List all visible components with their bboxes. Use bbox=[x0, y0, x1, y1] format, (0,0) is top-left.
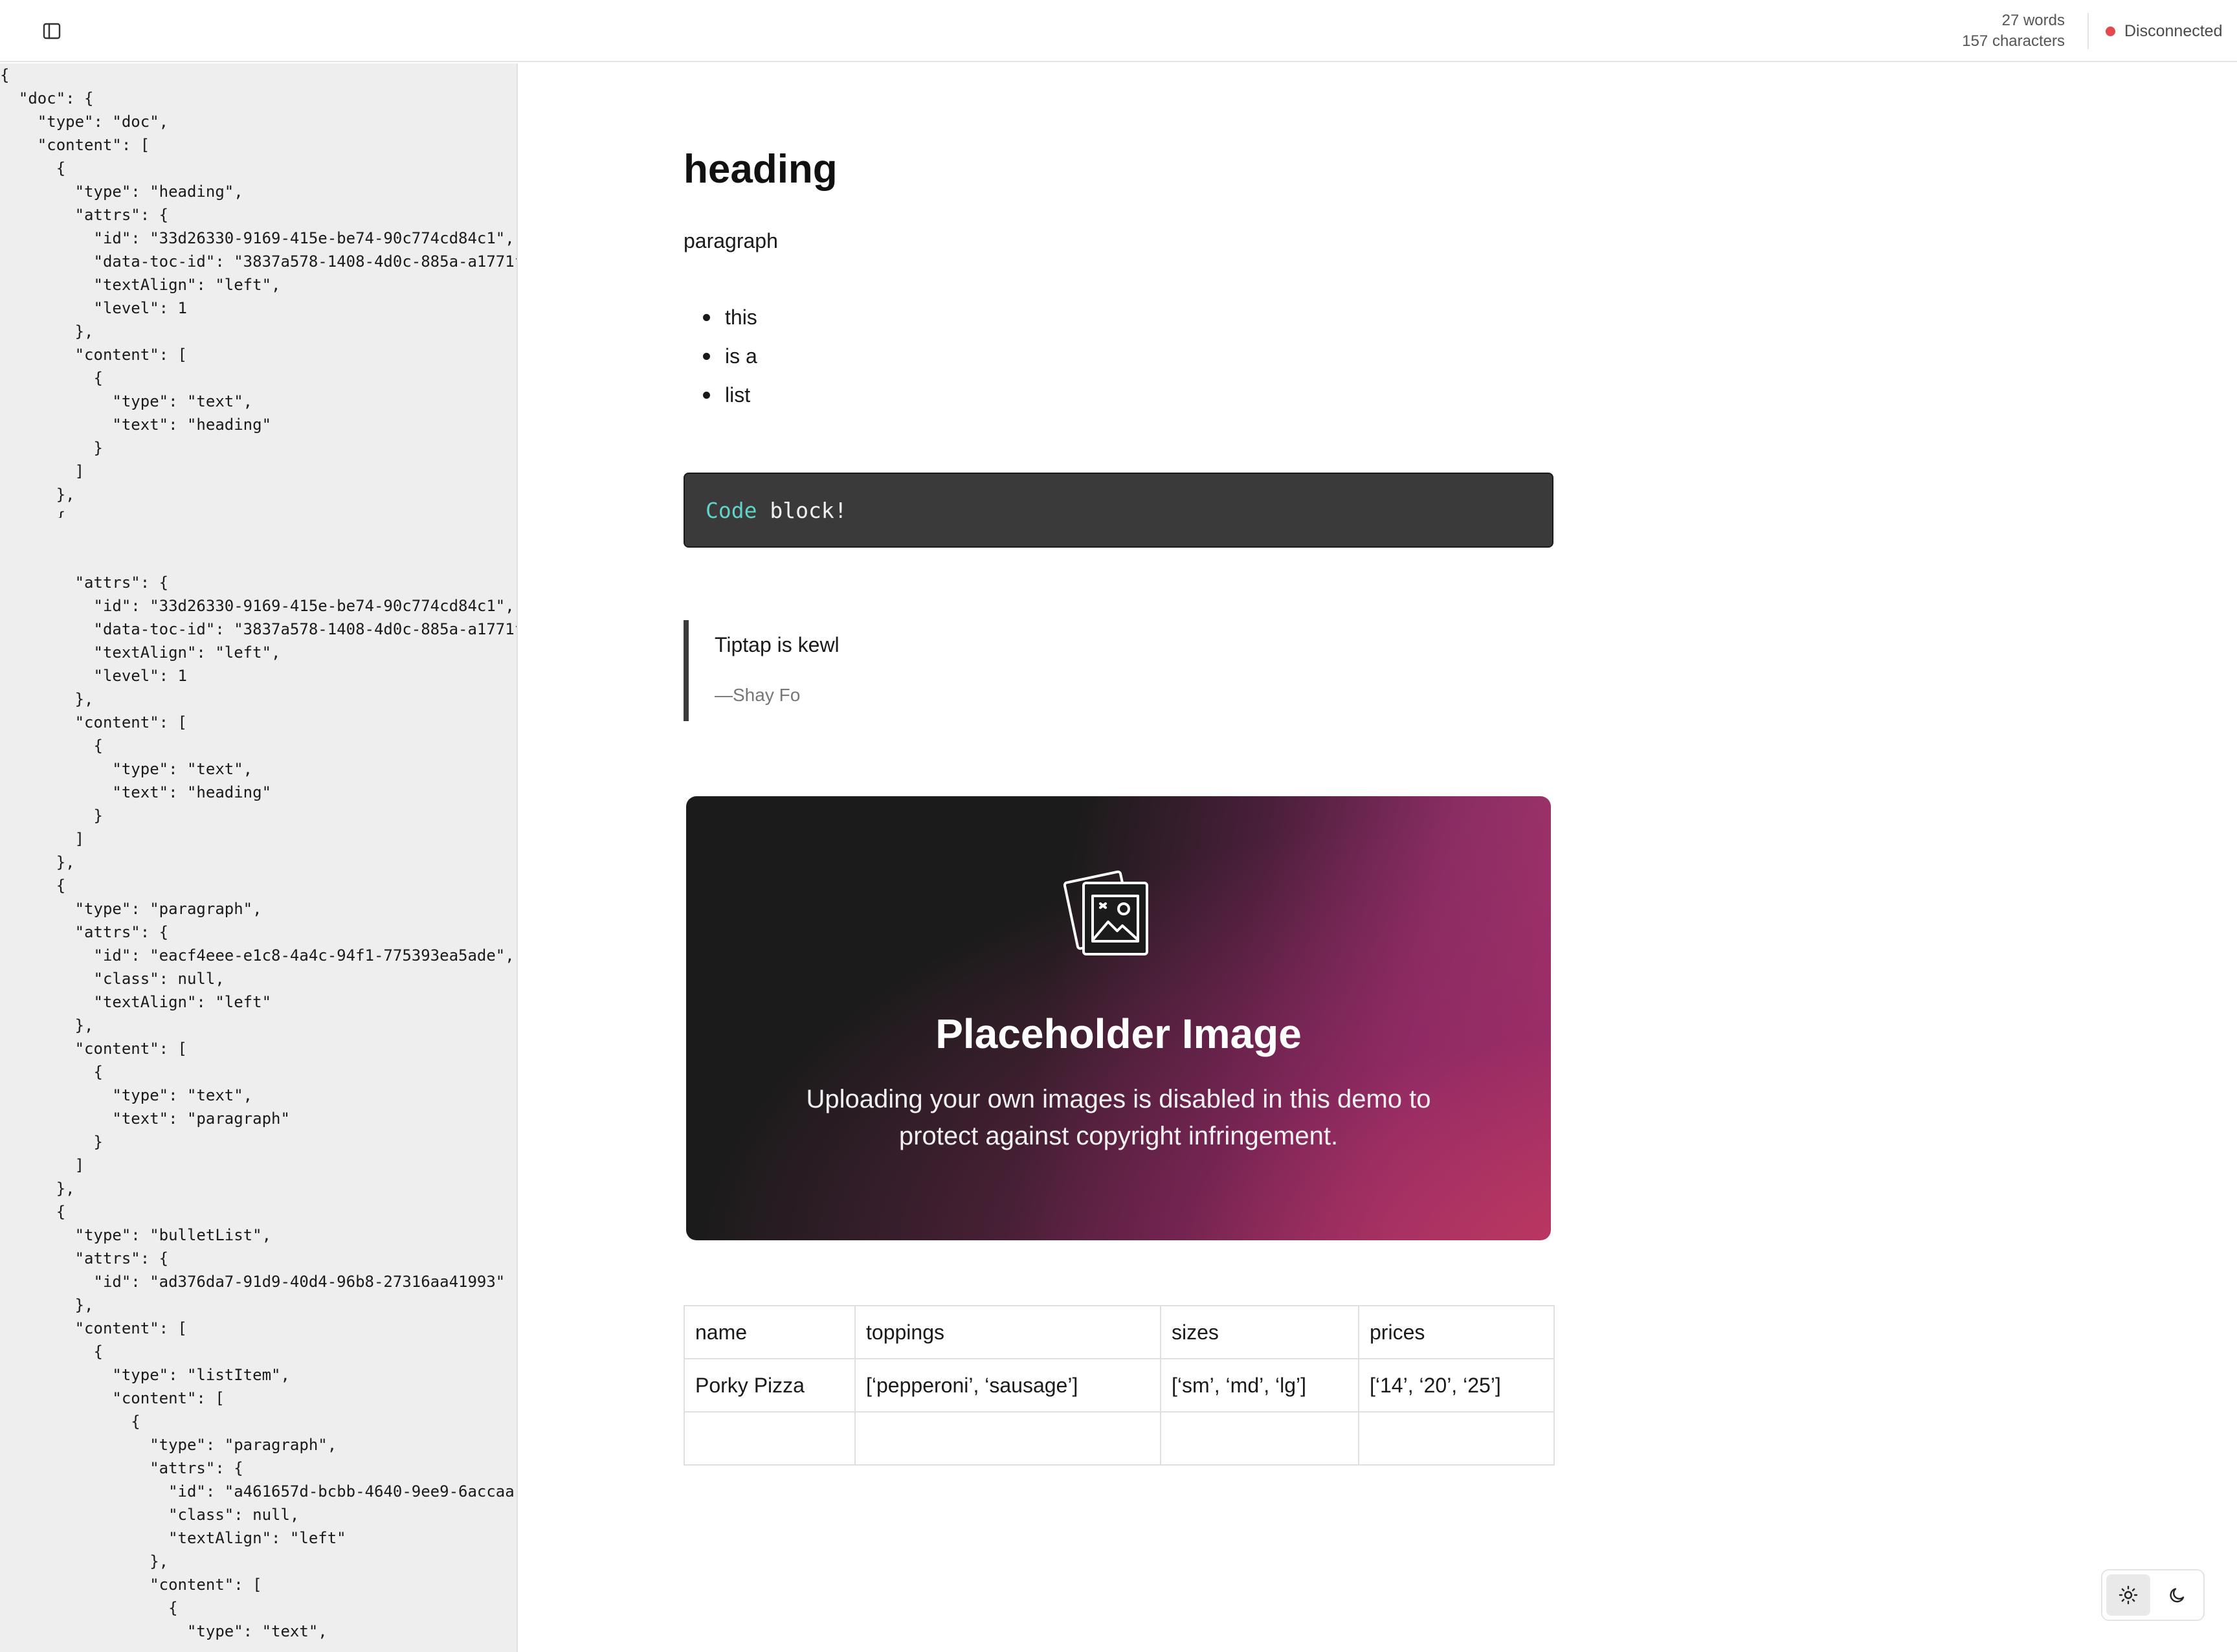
table-cell[interactable]: [‘14’, ‘20’, ‘25’] bbox=[1358, 1358, 1555, 1412]
list-item[interactable]: this bbox=[703, 298, 757, 337]
table-header-cell[interactable]: name bbox=[684, 1305, 856, 1359]
data-table[interactable]: name toppings sizes prices Porky Pizza [… bbox=[684, 1305, 1555, 1466]
dark-theme-button[interactable] bbox=[2155, 1574, 2199, 1616]
sidebar-toggle-icon[interactable] bbox=[39, 18, 65, 44]
table-cell[interactable] bbox=[854, 1411, 1161, 1466]
code-block[interactable]: Code block! bbox=[684, 473, 1553, 548]
divider bbox=[2087, 13, 2089, 49]
top-bar: 27 words 157 characters Disconnected bbox=[0, 0, 2237, 62]
table-header-cell[interactable]: toppings bbox=[854, 1305, 1161, 1359]
placeholder-image[interactable]: Placeholder Image Uploading your own ima… bbox=[686, 796, 1551, 1240]
list-item[interactable]: list bbox=[703, 375, 757, 414]
json-output-panel[interactable]: { "doc": { "type": "doc", "content": [ {… bbox=[0, 63, 518, 1652]
bullet-list: this is a list bbox=[703, 298, 757, 414]
table-cell[interactable]: [‘sm’, ‘md’, ‘lg’] bbox=[1160, 1358, 1359, 1412]
code-text: block! bbox=[757, 498, 847, 523]
status-label: Disconnected bbox=[2124, 21, 2223, 40]
word-count: 27 words bbox=[2001, 12, 2065, 29]
quote-author: —Shay Fo bbox=[715, 685, 801, 705]
table-cell[interactable] bbox=[1160, 1411, 1359, 1466]
blockquote[interactable]: Tiptap is kewl —Shay Fo bbox=[684, 620, 1072, 721]
doc-paragraph[interactable]: paragraph bbox=[684, 227, 778, 255]
image-description: Uploading your own images is disabled in… bbox=[806, 1085, 1431, 1150]
table-header-cell[interactable]: prices bbox=[1358, 1305, 1555, 1359]
character-count: 157 characters bbox=[1962, 32, 2065, 50]
table-row: Porky Pizza [‘pepperoni’, ‘sausage’] [‘s… bbox=[684, 1358, 1555, 1412]
table-cell[interactable] bbox=[684, 1411, 856, 1466]
table-cell[interactable]: [‘pepperoni’, ‘sausage’] bbox=[854, 1358, 1161, 1412]
connection-status: Disconnected bbox=[2106, 19, 2222, 43]
sun-icon bbox=[2119, 1585, 2138, 1605]
table-header-row: name toppings sizes prices bbox=[684, 1305, 1555, 1359]
table-cell[interactable] bbox=[1358, 1411, 1555, 1466]
status-dot-icon bbox=[2106, 26, 2115, 36]
image-title: Placeholder Image bbox=[935, 1010, 1302, 1057]
quote-text: Tiptap is kewl bbox=[715, 633, 840, 656]
doc-heading[interactable]: heading bbox=[684, 142, 838, 197]
theme-toggle bbox=[2101, 1569, 2205, 1621]
document-stats: 27 words 157 characters bbox=[1962, 10, 2065, 52]
table-row bbox=[684, 1411, 1555, 1466]
list-item[interactable]: is a bbox=[703, 337, 757, 375]
table-header-cell[interactable]: sizes bbox=[1160, 1305, 1359, 1359]
light-theme-button[interactable] bbox=[2106, 1574, 2150, 1616]
table-cell[interactable]: Porky Pizza bbox=[684, 1358, 856, 1412]
json-text-top: { "doc": { "type": "doc", "content": [ {… bbox=[0, 66, 518, 550]
json-text-rest: "attrs": { "id": "33d26330-9169-415e-be7… bbox=[56, 574, 518, 1640]
moon-icon bbox=[2170, 1588, 2185, 1603]
code-keyword: Code bbox=[706, 498, 757, 523]
image-gallery-icon bbox=[1063, 870, 1148, 955]
